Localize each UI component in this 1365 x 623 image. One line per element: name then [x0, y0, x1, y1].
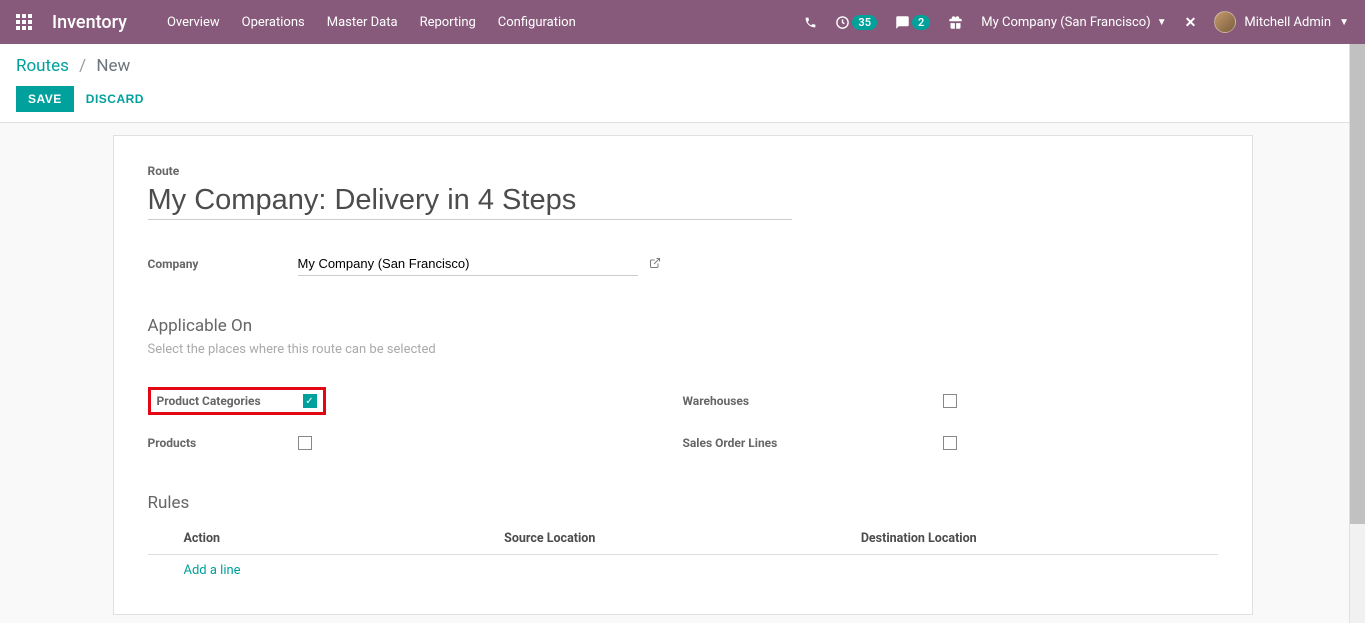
applicable-on-help: Select the places where this route can b… [148, 342, 1218, 357]
rules-title: Rules [148, 493, 1218, 513]
col-source[interactable]: Source Location [504, 523, 861, 555]
company-name: My Company (San Francisco) [981, 15, 1150, 30]
debug-icon[interactable]: ✕ [1185, 14, 1197, 31]
discard-button[interactable]: DISCARD [86, 92, 144, 106]
col-destination[interactable]: Destination Location [861, 523, 1218, 555]
sales-order-lines-label: Sales Order Lines [683, 436, 943, 450]
rules-table: Action Source Location Destination Locat… [148, 523, 1218, 586]
messages-icon[interactable]: 2 [895, 15, 930, 30]
top-navbar: Inventory Overview Operations Master Dat… [0, 0, 1365, 44]
company-label: Company [148, 257, 298, 271]
company-switcher[interactable]: My Company (San Francisco) ▼ [981, 15, 1166, 30]
menu-reporting[interactable]: Reporting [420, 15, 476, 30]
phone-icon[interactable] [804, 16, 817, 29]
add-line-link[interactable]: Add a line [148, 563, 241, 578]
company-input[interactable] [298, 252, 638, 276]
control-panel: Routes / New SAVE DISCARD [0, 44, 1365, 123]
nav-right: 35 2 My Company (San Francisco) ▼ ✕ Mitc… [804, 11, 1349, 33]
menu-configuration[interactable]: Configuration [498, 15, 576, 30]
activities-icon[interactable]: 35 [835, 15, 877, 30]
main-menu: Overview Operations Master Data Reportin… [167, 15, 576, 30]
gift-icon[interactable] [948, 15, 963, 30]
apps-icon[interactable] [16, 14, 32, 30]
warehouses-checkbox[interactable] [943, 394, 957, 408]
products-checkbox[interactable] [298, 436, 312, 450]
breadcrumb: Routes / New [16, 56, 1349, 76]
breadcrumb-current: New [96, 56, 130, 76]
scrollbar[interactable] [1349, 44, 1365, 623]
highlight-annotation: Product Categories ✓ [148, 387, 326, 415]
form-sheet: Route Company ▼ Applicable On Select the… [113, 135, 1253, 615]
products-label: Products [148, 436, 298, 450]
caret-down-icon: ▼ [1157, 17, 1167, 28]
menu-operations[interactable]: Operations [242, 15, 305, 30]
user-menu[interactable]: Mitchell Admin ▼ [1214, 11, 1349, 33]
col-action[interactable]: Action [148, 523, 505, 555]
menu-overview[interactable]: Overview [167, 15, 220, 30]
avatar [1214, 11, 1236, 33]
breadcrumb-root[interactable]: Routes [16, 56, 69, 76]
messages-badge: 2 [912, 15, 930, 30]
product-categories-checkbox[interactable]: ✓ [303, 394, 317, 408]
sales-order-lines-checkbox[interactable] [943, 436, 957, 450]
scrollbar-thumb[interactable] [1350, 44, 1365, 524]
route-name-input[interactable] [148, 182, 792, 220]
caret-down-icon: ▼ [1339, 17, 1349, 28]
app-brand[interactable]: Inventory [52, 12, 127, 33]
warehouses-label: Warehouses [683, 394, 943, 408]
activities-badge: 35 [852, 15, 877, 30]
menu-master-data[interactable]: Master Data [327, 15, 398, 30]
save-button[interactable]: SAVE [16, 86, 74, 112]
external-link-icon[interactable] [649, 257, 661, 272]
user-name: Mitchell Admin [1244, 15, 1331, 30]
route-label: Route [148, 164, 1218, 178]
product-categories-label: Product Categories [157, 394, 261, 408]
breadcrumb-sep: / [79, 56, 86, 76]
applicable-on-title: Applicable On [148, 316, 1218, 336]
